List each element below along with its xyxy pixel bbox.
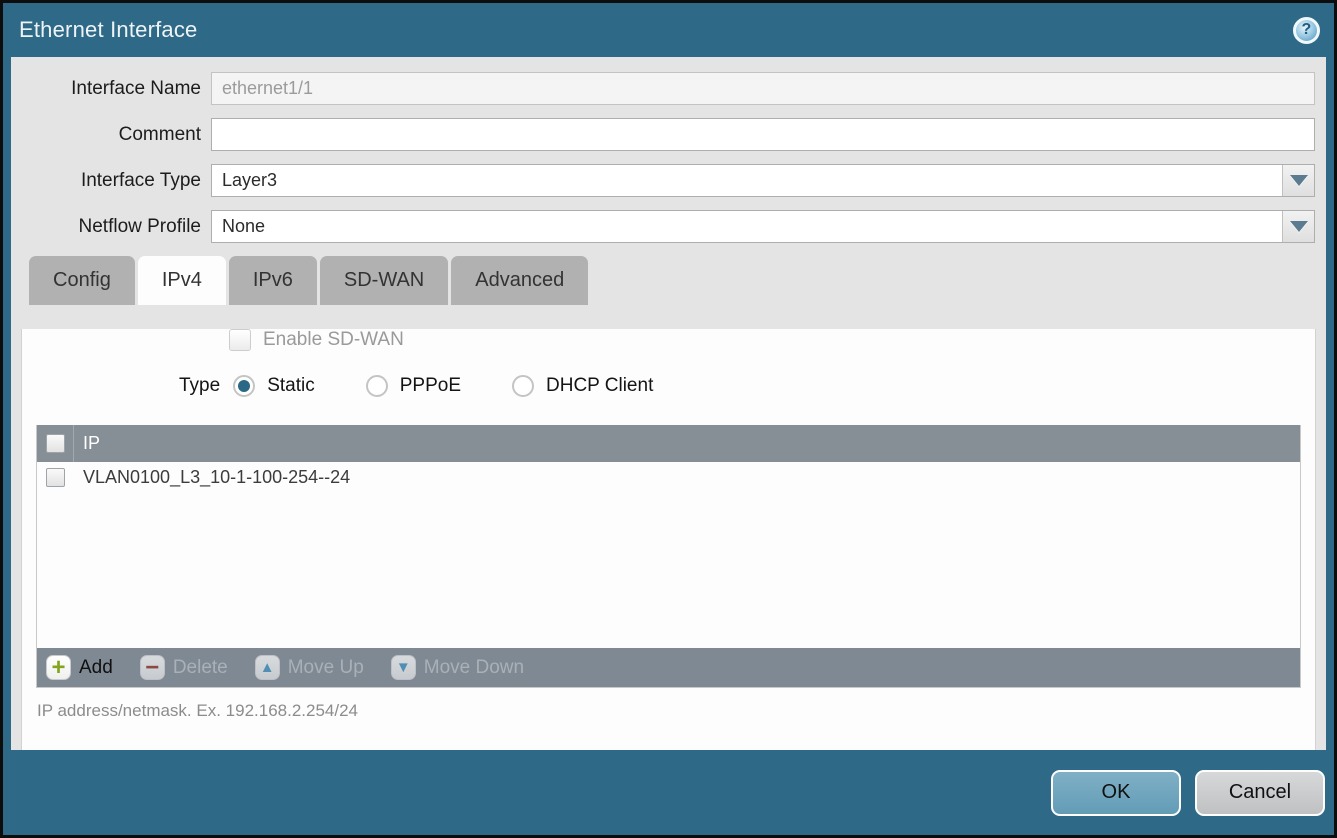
interface-name-label: Interface Name bbox=[11, 78, 211, 100]
ip-table-toolbar: + Add − Delete ▲ Move Up ▼ Move Down bbox=[37, 648, 1300, 687]
move-up-button[interactable]: ▲ Move Up bbox=[255, 655, 364, 680]
netflow-profile-dropdown-button[interactable] bbox=[1282, 211, 1314, 242]
dialog-titlebar: Ethernet Interface ? bbox=[3, 3, 1334, 57]
delete-button-label: Delete bbox=[173, 657, 228, 679]
radio-static[interactable] bbox=[233, 375, 255, 397]
interface-type-label: Interface Type bbox=[11, 170, 211, 192]
tab-ipv6[interactable]: IPv6 bbox=[229, 256, 317, 305]
radio-dhcp-client-label[interactable]: DHCP Client bbox=[546, 375, 653, 397]
ip-column-header: IP bbox=[74, 433, 100, 454]
ethernet-interface-dialog: Ethernet Interface ? Interface Name Comm… bbox=[0, 0, 1337, 838]
tab-config[interactable]: Config bbox=[29, 256, 135, 305]
add-button-label: Add bbox=[79, 657, 113, 679]
ip-table-body: VLAN0100_L3_10-1-100-254--24 bbox=[37, 462, 1300, 648]
netflow-profile-label: Netflow Profile bbox=[11, 216, 211, 238]
help-icon[interactable]: ? bbox=[1293, 17, 1320, 44]
plus-icon: + bbox=[46, 655, 71, 680]
move-up-button-label: Move Up bbox=[288, 657, 364, 679]
comment-field[interactable] bbox=[211, 118, 1315, 151]
tab-advanced[interactable]: Advanced bbox=[451, 256, 588, 305]
cancel-button[interactable]: Cancel bbox=[1195, 770, 1325, 816]
ok-button[interactable]: OK bbox=[1051, 770, 1181, 816]
dialog-footer: OK Cancel bbox=[3, 750, 1334, 835]
dialog-title: Ethernet Interface bbox=[19, 17, 1293, 43]
field-row-interface-name: Interface Name bbox=[11, 72, 1315, 105]
ip-table-header: IP bbox=[37, 425, 1300, 462]
field-row-interface-type: Interface Type bbox=[11, 164, 1315, 197]
move-down-button[interactable]: ▼ Move Down bbox=[391, 655, 524, 680]
radio-dhcp-client[interactable] bbox=[512, 375, 534, 397]
tab-bar: Config IPv4 IPv6 SD-WAN Advanced bbox=[11, 256, 1326, 305]
row-checkbox-cell bbox=[37, 468, 74, 487]
delete-button[interactable]: − Delete bbox=[140, 655, 228, 680]
enable-sdwan-row: Enable SD-WAN bbox=[229, 329, 1315, 351]
interface-name-field bbox=[211, 72, 1315, 105]
select-all-checkbox[interactable] bbox=[46, 434, 65, 453]
move-down-button-label: Move Down bbox=[424, 657, 524, 679]
dialog-body: Interface Name Comment Interface Type Ne… bbox=[11, 57, 1326, 750]
chevron-down-icon bbox=[1290, 175, 1308, 186]
field-row-comment: Comment bbox=[11, 118, 1315, 151]
chevron-down-icon bbox=[1290, 221, 1308, 232]
enable-sdwan-label: Enable SD-WAN bbox=[263, 329, 404, 351]
field-row-netflow-profile: Netflow Profile bbox=[11, 210, 1315, 243]
minus-icon: − bbox=[140, 655, 165, 680]
add-button[interactable]: + Add bbox=[46, 655, 113, 680]
row-checkbox[interactable] bbox=[46, 468, 65, 487]
ip-format-hint: IP address/netmask. Ex. 192.168.2.254/24 bbox=[37, 701, 1315, 721]
radio-static-label[interactable]: Static bbox=[267, 375, 315, 397]
arrow-down-icon: ▼ bbox=[391, 655, 416, 680]
ipv4-tab-panel: Enable SD-WAN Type Static PPPoE DHCP Cli… bbox=[21, 329, 1316, 750]
tab-ipv4[interactable]: IPv4 bbox=[138, 256, 226, 305]
radio-pppoe[interactable] bbox=[366, 375, 388, 397]
comment-label: Comment bbox=[11, 124, 211, 146]
type-label: Type bbox=[179, 375, 220, 397]
type-radio-group: Type Static PPPoE DHCP Client bbox=[179, 375, 1315, 397]
select-all-cell bbox=[37, 425, 74, 462]
netflow-profile-value[interactable] bbox=[212, 211, 1282, 242]
radio-pppoe-label[interactable]: PPPoE bbox=[400, 375, 461, 397]
arrow-up-icon: ▲ bbox=[255, 655, 280, 680]
ip-table: IP VLAN0100_L3_10-1-100-254--24 + Add bbox=[36, 425, 1301, 688]
netflow-profile-dropdown[interactable] bbox=[211, 210, 1315, 243]
tab-sdwan[interactable]: SD-WAN bbox=[320, 256, 448, 305]
interface-type-dropdown-button[interactable] bbox=[1282, 165, 1314, 196]
interface-type-dropdown[interactable] bbox=[211, 164, 1315, 197]
enable-sdwan-checkbox bbox=[229, 329, 251, 351]
ip-cell[interactable]: VLAN0100_L3_10-1-100-254--24 bbox=[74, 467, 350, 488]
interface-type-value[interactable] bbox=[212, 165, 1282, 196]
table-row[interactable]: VLAN0100_L3_10-1-100-254--24 bbox=[37, 462, 1300, 493]
